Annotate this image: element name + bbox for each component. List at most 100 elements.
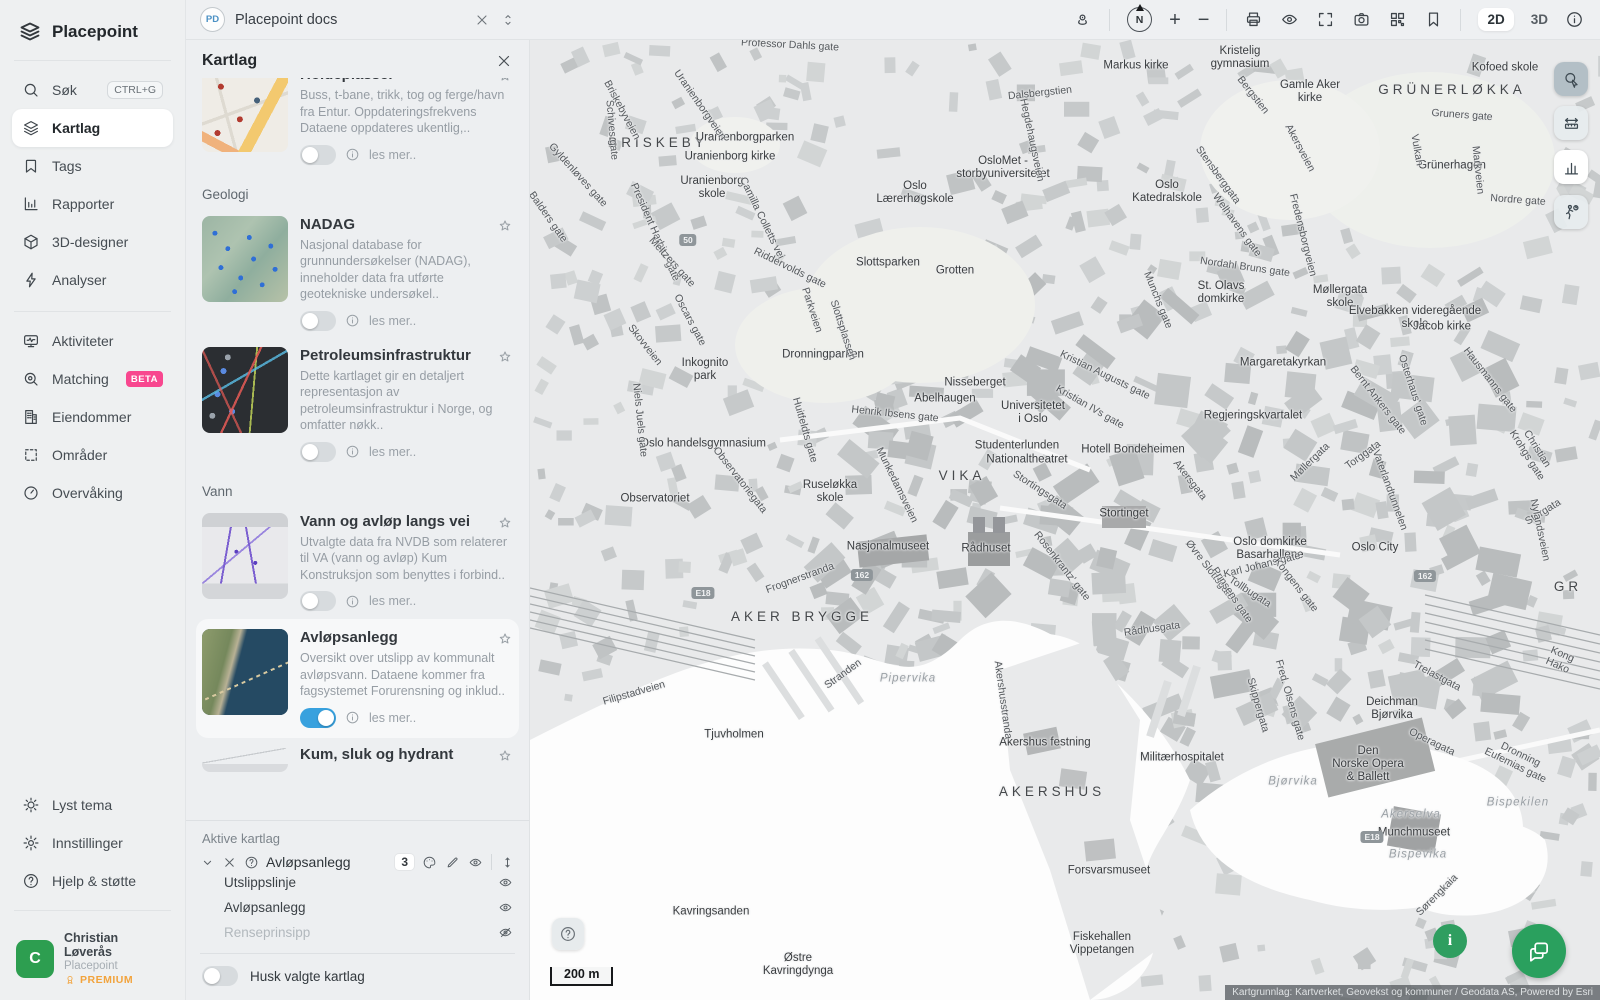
layer-toggle[interactable] bbox=[300, 145, 336, 165]
sidebar-item-innstillinger[interactable]: Innstillinger bbox=[12, 824, 173, 862]
reorder-icon[interactable] bbox=[500, 855, 515, 870]
layer-help-icon[interactable] bbox=[244, 855, 259, 870]
layer-info-icon[interactable] bbox=[345, 313, 360, 328]
sidebar-item-rapporter[interactable]: Rapporter bbox=[12, 185, 173, 223]
palette-icon[interactable] bbox=[422, 855, 437, 870]
sidebar-item-lyst-tema[interactable]: Lyst tema bbox=[12, 786, 173, 824]
sidebar-item-tags[interactable]: Tags bbox=[12, 147, 173, 185]
print-icon[interactable] bbox=[1244, 10, 1263, 29]
locate-icon[interactable] bbox=[1073, 10, 1092, 29]
map-label: Pipervika bbox=[880, 672, 936, 685]
bolt-icon bbox=[22, 271, 40, 289]
map-label: Hegdehaugsveien bbox=[1017, 97, 1046, 182]
swap-vertical-icon[interactable] bbox=[500, 12, 516, 28]
read-more-link[interactable]: les mer.. bbox=[369, 314, 416, 328]
sidebar-item-hjelp[interactable]: Hjelp & støtte bbox=[12, 862, 173, 900]
clear-search-icon[interactable] bbox=[474, 12, 490, 28]
chart-button[interactable] bbox=[1554, 150, 1588, 184]
sidebar-item-sok[interactable]: Søk CTRL+G bbox=[12, 71, 173, 109]
favorite-star-icon[interactable] bbox=[497, 748, 513, 764]
zoom-out-button[interactable]: − bbox=[1198, 10, 1210, 30]
read-more-link[interactable]: les mer.. bbox=[369, 445, 416, 459]
favorite-star-icon[interactable] bbox=[497, 631, 513, 647]
sidebar-item-label: Matching bbox=[52, 371, 109, 387]
active-layer-row[interactable]: Avløpsanlegg 3 bbox=[200, 854, 515, 870]
layer-title: Vann og avløp langs vei bbox=[300, 513, 470, 530]
map-label: Oslo City bbox=[1352, 541, 1399, 554]
mode-3d-button[interactable]: 3D bbox=[1531, 12, 1548, 27]
map-canvas[interactable]: BRISKEBYVIKAAKER BRYGGEAKERSHUSGRÜNERLØK… bbox=[530, 40, 1600, 1000]
fullscreen-icon[interactable] bbox=[1316, 10, 1335, 29]
select-area-button[interactable] bbox=[1554, 62, 1588, 96]
remove-layer-icon[interactable] bbox=[222, 855, 237, 870]
layer-toggle[interactable] bbox=[300, 311, 336, 331]
building-icon bbox=[22, 408, 40, 426]
compass-north-icon[interactable]: N bbox=[1127, 7, 1152, 32]
layer-card-holdeplasser[interactable]: Holdeplasser Buss, t-bane, trikk, tog og… bbox=[200, 78, 515, 173]
layer-card-nadag[interactable]: NADAG Nasjonal database for grunnundersø… bbox=[200, 208, 515, 339]
map-help-button[interactable] bbox=[552, 918, 584, 950]
layer-card-petroleumsinfrastruktur[interactable]: Petroleumsinfrastruktur Dette kartlaget … bbox=[200, 339, 515, 470]
measure-button[interactable] bbox=[1554, 106, 1588, 140]
remember-layers-toggle[interactable] bbox=[202, 966, 238, 986]
layer-info-icon[interactable] bbox=[345, 594, 360, 609]
sidebar-item-3d-designer[interactable]: 3D-designer bbox=[12, 223, 173, 261]
sidebar-item-matching[interactable]: Matching BETA bbox=[12, 360, 173, 398]
read-more-link[interactable]: les mer.. bbox=[369, 148, 416, 162]
layer-title: Petroleumsinfrastruktur bbox=[300, 347, 471, 364]
layer-toggle[interactable] bbox=[300, 591, 336, 611]
map-label: Karl Johans gate bbox=[1222, 550, 1301, 581]
screenshot-camera-icon[interactable] bbox=[1352, 10, 1371, 29]
premium-medal-icon bbox=[64, 974, 76, 986]
info-icon[interactable] bbox=[1565, 10, 1584, 29]
layer-info-icon[interactable] bbox=[345, 710, 360, 725]
info-fab-button[interactable]: i bbox=[1433, 924, 1467, 958]
layer-card-kum-sluk-og-hydrant[interactable]: Kum, sluk og hydrant bbox=[200, 738, 515, 780]
map-label: Oslo domkirke Basarhallene bbox=[1233, 536, 1307, 562]
map-label: Gyldenløves gate bbox=[546, 141, 610, 210]
visibility-eye-icon[interactable] bbox=[468, 855, 483, 870]
map-label: AKER BRYGGE bbox=[731, 609, 873, 625]
qr-code-icon[interactable] bbox=[1388, 10, 1407, 29]
map-label: Inkognito park bbox=[682, 357, 729, 383]
sublayer-row[interactable]: Utslippslinje bbox=[200, 870, 515, 895]
read-more-link[interactable]: les mer.. bbox=[369, 594, 416, 608]
read-more-link[interactable]: les mer.. bbox=[369, 711, 416, 725]
favorite-star-icon[interactable] bbox=[497, 218, 513, 234]
map-label: Kongens gate bbox=[1271, 556, 1320, 614]
sidebar-item-eiendommer[interactable]: Eiendommer bbox=[12, 398, 173, 436]
visibility-eye-icon[interactable] bbox=[498, 875, 513, 890]
layer-card-avlopsanlegg[interactable]: Avløpsanlegg Oversikt over utslipp av ko… bbox=[196, 619, 519, 738]
bookmark-icon[interactable] bbox=[1424, 10, 1443, 29]
layer-info-icon[interactable] bbox=[345, 444, 360, 459]
layer-toggle[interactable] bbox=[300, 442, 336, 462]
sidebar-item-analyser[interactable]: Analyser bbox=[12, 261, 173, 299]
layer-card-vann-og-avlop-langs-vei[interactable]: Vann og avløp langs vei Utvalgte data fr… bbox=[200, 505, 515, 620]
sidebar: Placepoint Søk CTRL+G Kartlag Tags Rappo… bbox=[0, 0, 186, 1000]
sidebar-item-aktiviteter[interactable]: Aktiviteter bbox=[12, 322, 173, 360]
zoom-in-button[interactable]: + bbox=[1169, 10, 1181, 30]
panel-title: Kartlag bbox=[202, 52, 257, 70]
sublayer-row[interactable]: Avløpsanlegg bbox=[200, 895, 515, 920]
sidebar-item-omrader[interactable]: Områder bbox=[12, 436, 173, 474]
user-profile[interactable]: C Christian Løverås Placepoint PREMIUM bbox=[12, 921, 173, 986]
favorite-star-icon[interactable] bbox=[497, 78, 513, 84]
chevron-down-icon[interactable] bbox=[200, 855, 215, 870]
favorite-star-icon[interactable] bbox=[497, 349, 513, 365]
edit-pen-icon[interactable] bbox=[445, 855, 460, 870]
map-label: Skovveien bbox=[625, 322, 664, 368]
layer-info-icon[interactable] bbox=[345, 147, 360, 162]
sidebar-item-kartlag[interactable]: Kartlag bbox=[12, 109, 173, 147]
visibility-eye-icon[interactable] bbox=[498, 900, 513, 915]
document-search[interactable]: PD Placepoint docs bbox=[186, 7, 530, 32]
travel-time-button[interactable] bbox=[1554, 195, 1588, 229]
visibility-eye-off-icon[interactable] bbox=[498, 925, 513, 940]
layer-toggle[interactable] bbox=[300, 708, 336, 728]
favorite-star-icon[interactable] bbox=[497, 515, 513, 531]
preview-eye-icon[interactable] bbox=[1280, 10, 1299, 29]
sidebar-item-overvaking[interactable]: Overvåking bbox=[12, 474, 173, 512]
mode-2d-button[interactable]: 2D bbox=[1478, 8, 1513, 31]
sublayer-row[interactable]: Renseprinsipp bbox=[200, 920, 515, 945]
chat-fab-button[interactable] bbox=[1512, 924, 1566, 978]
close-panel-icon[interactable] bbox=[495, 52, 513, 70]
